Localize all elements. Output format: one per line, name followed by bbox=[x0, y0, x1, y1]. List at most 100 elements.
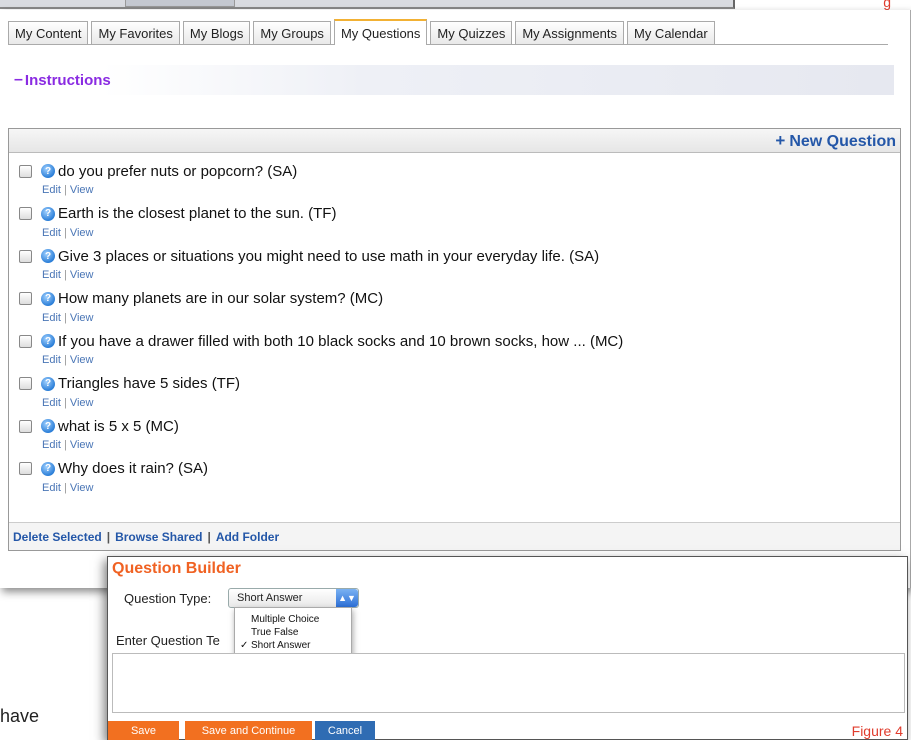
edit-link[interactable]: Edit bbox=[42, 269, 61, 281]
separator: | bbox=[63, 396, 67, 409]
tab-my-favorites[interactable]: My Favorites bbox=[91, 21, 180, 44]
question-info-icon[interactable]: ? bbox=[41, 249, 55, 263]
question-checkbox[interactable] bbox=[19, 292, 32, 305]
question-checkbox[interactable] bbox=[19, 462, 32, 475]
question-actions: Edit | View bbox=[19, 353, 900, 367]
view-link[interactable]: View bbox=[70, 482, 94, 494]
edit-link[interactable]: Edit bbox=[42, 439, 61, 451]
separator: | bbox=[106, 529, 111, 544]
question-type-value: Short Answer bbox=[237, 592, 303, 604]
question-row: ? If you have a drawer filled with both 1… bbox=[19, 329, 900, 353]
question-info-icon[interactable]: ? bbox=[41, 419, 55, 433]
edit-link[interactable]: Edit bbox=[42, 482, 61, 494]
question-list-item: ? Why does it rain? (SA) Edit | View bbox=[19, 457, 900, 500]
question-text[interactable]: Give 3 places or situations you might ne… bbox=[58, 248, 599, 265]
edit-link[interactable]: Edit bbox=[42, 397, 61, 409]
view-link[interactable]: View bbox=[70, 269, 94, 281]
question-info-icon[interactable]: ? bbox=[41, 334, 55, 348]
question-type-select[interactable]: Short Answer ▲▼ bbox=[228, 588, 359, 608]
question-text-input[interactable] bbox=[112, 653, 905, 713]
question-row: ? Give 3 places or situations you might n… bbox=[19, 244, 900, 268]
save-button[interactable]: Save bbox=[108, 721, 179, 740]
question-builder-panel: Question Builder Question Type: Short An… bbox=[107, 556, 908, 740]
separator: | bbox=[207, 529, 211, 544]
view-link[interactable]: View bbox=[70, 439, 94, 451]
tab-my-calendar[interactable]: My Calendar bbox=[626, 21, 715, 44]
edit-link[interactable]: Edit bbox=[42, 184, 61, 196]
tab-my-groups[interactable]: My Groups bbox=[253, 21, 331, 44]
edit-link[interactable]: Edit bbox=[42, 354, 61, 366]
question-info-icon[interactable]: ? bbox=[41, 206, 55, 221]
document-text-fragment: have bbox=[0, 706, 40, 726]
new-question-button[interactable]: + New Question bbox=[775, 131, 896, 151]
question-checkbox[interactable] bbox=[19, 249, 32, 263]
question-list-footer: Delete Selected | Browse Shared | Add Fo… bbox=[9, 522, 900, 550]
question-info-icon[interactable]: ? bbox=[41, 291, 55, 306]
edit-link[interactable]: Edit bbox=[42, 312, 61, 324]
question-text[interactable]: If you have a drawer filled with both 10… bbox=[58, 333, 623, 350]
add-folder-link[interactable]: Add Folder bbox=[216, 530, 279, 544]
question-type-label: Question Type: bbox=[124, 591, 212, 606]
delete-selected-link[interactable]: Delete Selected bbox=[13, 530, 102, 544]
instructions-section[interactable]: – Instructions bbox=[14, 65, 894, 95]
separator: | bbox=[63, 311, 67, 324]
question-checkbox[interactable] bbox=[19, 419, 32, 433]
view-link[interactable]: View bbox=[70, 184, 94, 196]
background-window-frame bbox=[0, 0, 735, 9]
question-text[interactable]: Triangles have 5 sides (TF) bbox=[58, 375, 240, 392]
question-checkbox[interactable] bbox=[19, 334, 32, 348]
tab-my-blogs[interactable]: My Blogs bbox=[182, 21, 251, 44]
separator: | bbox=[63, 269, 67, 281]
question-builder-title: Question Builder bbox=[112, 560, 241, 577]
question-info-icon[interactable]: ? bbox=[41, 376, 55, 391]
new-question-label: New Question bbox=[789, 132, 896, 150]
collapse-toggle-icon[interactable]: – bbox=[14, 71, 23, 89]
question-actions: Edit | View bbox=[19, 481, 900, 495]
question-row: ? Earth is the closest planet to the sun.… bbox=[19, 202, 900, 226]
question-type-dropdown-menu: Multiple Choice True False ✓ Short Answer bbox=[234, 607, 352, 659]
question-text[interactable]: do you prefer nuts or popcorn? (SA) bbox=[58, 163, 297, 180]
separator: | bbox=[63, 226, 67, 239]
question-row: ? Why does it rain? (SA) bbox=[19, 457, 900, 481]
question-list-item: ? Give 3 places or situations you might n… bbox=[19, 244, 900, 287]
question-type-option[interactable]: Multiple Choice bbox=[235, 613, 351, 626]
separator: | bbox=[63, 439, 67, 451]
tab-my-questions[interactable]: My Questions bbox=[333, 19, 428, 45]
question-list-item: ? Triangles have 5 sides (TF) Edit | View bbox=[19, 372, 900, 415]
browse-shared-link[interactable]: Browse Shared bbox=[115, 530, 202, 544]
edit-link[interactable]: Edit bbox=[42, 227, 61, 239]
top-strip: g bbox=[0, 0, 911, 10]
view-link[interactable]: View bbox=[70, 227, 94, 239]
instructions-title[interactable]: Instructions bbox=[25, 72, 111, 89]
question-checkbox[interactable] bbox=[19, 207, 32, 220]
question-checkbox[interactable] bbox=[19, 377, 32, 390]
plus-icon: + bbox=[775, 130, 786, 150]
cancel-button[interactable]: Cancel bbox=[315, 721, 375, 740]
question-actions: Edit | View bbox=[19, 268, 900, 282]
question-actions: Edit | View bbox=[19, 438, 900, 452]
view-link[interactable]: View bbox=[70, 397, 94, 409]
question-text[interactable]: Why does it rain? (SA) bbox=[58, 460, 208, 477]
question-actions: Edit | View bbox=[19, 396, 900, 410]
view-link[interactable]: View bbox=[70, 312, 94, 324]
option-label: True False bbox=[251, 627, 299, 638]
tab-my-content[interactable]: My Content bbox=[8, 21, 89, 44]
question-list-item: ? what is 5 x 5 (MC) Edit | View bbox=[19, 414, 900, 457]
question-type-option[interactable]: True False bbox=[235, 626, 351, 639]
tab-my-quizzes[interactable]: My Quizzes bbox=[430, 21, 513, 44]
question-type-option[interactable]: ✓ Short Answer bbox=[235, 639, 351, 652]
question-list-item: ? How many planets are in our solar syste… bbox=[19, 287, 900, 330]
view-link[interactable]: View bbox=[70, 354, 94, 366]
question-text[interactable]: How many planets are in our solar system… bbox=[58, 290, 383, 307]
tab-my-assignments[interactable]: My Assignments bbox=[515, 21, 624, 44]
question-info-icon[interactable]: ? bbox=[41, 164, 55, 178]
question-checkbox[interactable] bbox=[19, 164, 32, 178]
question-text[interactable]: what is 5 x 5 (MC) bbox=[58, 418, 179, 435]
question-list-item: ? If you have a drawer filled with both 1… bbox=[19, 329, 900, 372]
question-list-item: ? do you prefer nuts or popcorn? (SA) Edit… bbox=[19, 159, 900, 202]
save-and-continue-button[interactable]: Save and Continue bbox=[185, 721, 312, 740]
question-info-icon[interactable]: ? bbox=[41, 461, 55, 476]
question-row: ? do you prefer nuts or popcorn? (SA) bbox=[19, 159, 900, 183]
separator: | bbox=[63, 354, 67, 366]
question-text[interactable]: Earth is the closest planet to the sun. … bbox=[58, 205, 336, 222]
